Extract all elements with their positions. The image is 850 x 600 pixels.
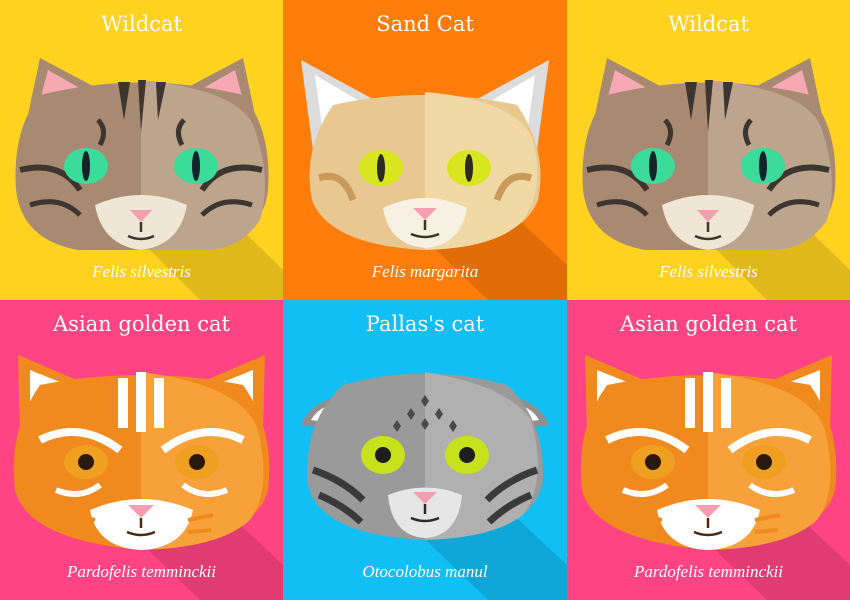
scientific-name: Pardofelis temminckii (66, 562, 217, 581)
cat-poster-grid: Wildcat Felis silvestris Sand Cat Felis … (0, 0, 850, 600)
scientific-name: Otocolobus manul (362, 562, 488, 581)
goldencat-face-icon (567, 300, 850, 600)
common-name: Asian golden cat (53, 312, 230, 336)
tile-goldencat-2: Asian golden cat Pardofelis temminckii (567, 300, 850, 600)
common-name: Wildcat (668, 12, 749, 36)
common-name: Sand Cat (376, 12, 474, 36)
common-name: Pallas's cat (365, 312, 485, 336)
tile-sandcat: Sand Cat Felis margarita (283, 0, 567, 300)
tile-pallascat: Pallas's cat Otocolobus manul (283, 300, 567, 600)
goldencat-face-icon (0, 300, 283, 600)
scientific-name: Felis silvestris (659, 262, 758, 281)
common-name: Asian golden cat (620, 312, 797, 336)
wildcat-face-icon (0, 0, 283, 300)
tile-goldencat-1: Asian golden cat Pardofelis temminckii (0, 300, 283, 600)
scientific-name: Pardofelis temminckii (633, 562, 784, 581)
common-name: Wildcat (101, 12, 182, 36)
pallascat-face-icon (283, 300, 567, 600)
wildcat-face-icon (567, 0, 850, 300)
sandcat-face-icon (283, 0, 567, 300)
scientific-name: Felis margarita (371, 262, 479, 281)
tile-wildcat-1: Wildcat Felis silvestris (0, 0, 283, 300)
tile-wildcat-2: Wildcat Felis silvestris (567, 0, 850, 300)
scientific-name: Felis silvestris (92, 262, 191, 281)
